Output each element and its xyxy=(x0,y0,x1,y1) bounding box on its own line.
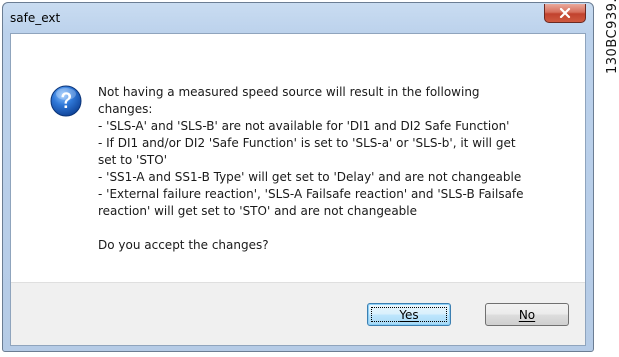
dialog-window: safe_ext Not having a measured speed sou… xyxy=(2,2,594,352)
button-bar: Yes No xyxy=(11,282,585,345)
window-title: safe_ext xyxy=(10,11,61,25)
close-icon xyxy=(559,8,571,18)
message-line: - If DI1 and/or DI2 'Safe Function' is s… xyxy=(98,136,516,150)
yes-button[interactable]: Yes xyxy=(367,303,451,326)
message-line: reaction' will get set to 'STO' and are … xyxy=(98,204,418,218)
message-text: Not having a measured speed source will … xyxy=(98,84,568,254)
message-spacer xyxy=(98,220,568,237)
focus-ring xyxy=(371,307,447,322)
title-bar[interactable]: safe_ext xyxy=(3,3,593,33)
message-line: set to 'STO' xyxy=(98,153,168,167)
message-line: Not having a measured speed source will … xyxy=(98,85,480,99)
message-line: - 'SLS-A' and 'SLS-B' are not available … xyxy=(98,119,510,133)
message-line: - 'SS1-A and SS1-B Type' will get set to… xyxy=(98,170,522,184)
message-line: changes: xyxy=(98,102,153,116)
close-button[interactable] xyxy=(544,4,586,23)
no-button[interactable]: No xyxy=(485,303,569,326)
message-line: - 'External failure reaction', 'SLS-A Fa… xyxy=(98,187,524,201)
screenshot-canvas: safe_ext Not having a measured speed sou… xyxy=(0,0,619,357)
question-icon xyxy=(50,85,82,117)
confirmation-question: Do you accept the changes? xyxy=(98,238,269,252)
no-button-label: No xyxy=(518,307,536,322)
message-area: Not having a measured speed source will … xyxy=(11,34,585,282)
figure-code-text: 130BC939.10 xyxy=(605,0,619,74)
dialog-client-area: Not having a measured speed source will … xyxy=(10,33,586,346)
